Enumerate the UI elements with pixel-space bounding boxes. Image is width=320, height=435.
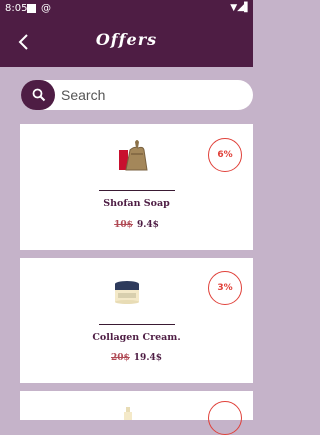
product-name: Collagen Cream. bbox=[92, 332, 181, 343]
discount-badge: 3% bbox=[208, 271, 242, 305]
search-bar bbox=[21, 80, 253, 110]
price-row: 10$ 9.4$ bbox=[20, 220, 253, 230]
card-divider bbox=[99, 190, 175, 191]
card-divider bbox=[99, 324, 175, 325]
old-price: 10$ bbox=[114, 220, 133, 230]
status-bar: 8:05 @ ▼◢▌ bbox=[0, 0, 253, 17]
notification-square-icon bbox=[27, 4, 36, 13]
price-row: 20$ 19.4$ bbox=[20, 353, 253, 363]
soap-product-image bbox=[119, 140, 148, 171]
status-time: 8:05 bbox=[5, 3, 28, 14]
at-icon: @ bbox=[41, 3, 51, 14]
search-icon bbox=[32, 88, 46, 102]
offer-card[interactable]: 3% Collagen Cream. 20$ 19.4$ bbox=[20, 258, 253, 383]
product-image bbox=[124, 407, 132, 420]
offer-card[interactable]: 6% Shofan Soap 10$ 9.4$ bbox=[20, 124, 253, 250]
product-name: Shofan Soap bbox=[103, 198, 170, 209]
search-input[interactable] bbox=[61, 80, 246, 110]
discount-badge bbox=[208, 401, 242, 435]
app-bar: Offers bbox=[0, 17, 253, 67]
offer-card[interactable] bbox=[20, 391, 253, 435]
cream-jar-product-image bbox=[115, 281, 139, 304]
wifi-battery-icon: ▼◢▌ bbox=[230, 3, 251, 13]
page-title: Offers bbox=[95, 30, 158, 49]
new-price: 9.4$ bbox=[136, 220, 159, 230]
new-price: 19.4$ bbox=[133, 353, 162, 363]
old-price: 20$ bbox=[111, 353, 130, 363]
discount-badge: 6% bbox=[208, 138, 242, 172]
search-button[interactable] bbox=[21, 80, 55, 110]
